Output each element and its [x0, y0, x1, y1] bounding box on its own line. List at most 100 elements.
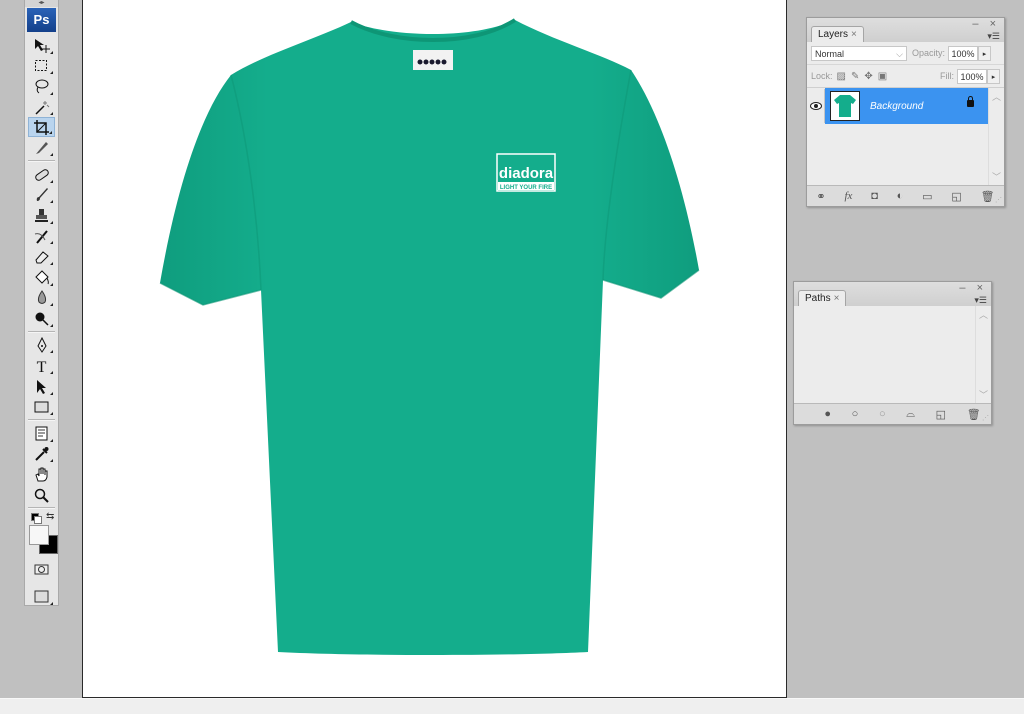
scroll-down-icon[interactable]: ﹀: [992, 170, 1001, 183]
stroke-path-icon[interactable]: ○: [852, 408, 859, 420]
dodge-icon: [35, 312, 49, 326]
paint-bucket-tool[interactable]: [28, 267, 55, 288]
type-tool[interactable]: T: [28, 355, 55, 376]
notes-tool[interactable]: [28, 423, 55, 444]
path-selection-tool[interactable]: [28, 376, 55, 397]
healing-brush-icon: [35, 168, 49, 181]
group-folder-icon[interactable]: ▭: [922, 190, 932, 203]
new-path-icon[interactable]: ◱: [936, 408, 946, 421]
close-icon[interactable]: ×: [851, 29, 857, 40]
lock-transparent-icon[interactable]: ▨: [837, 71, 846, 82]
trash-icon[interactable]: 🗑: [967, 408, 981, 421]
dodge-tool[interactable]: [28, 308, 55, 329]
lasso-tool[interactable]: [28, 76, 55, 97]
clone-stamp-icon: [35, 208, 48, 222]
make-work-path-icon[interactable]: ⌓: [906, 408, 915, 421]
fill-slider-button[interactable]: ▸: [987, 68, 1000, 84]
swap-colors-icon[interactable]: ⇆: [46, 511, 54, 522]
scroll-up-icon[interactable]: ︿: [992, 90, 1001, 103]
healing-brush-tool[interactable]: [28, 164, 55, 185]
layer-mask-icon[interactable]: ◘: [871, 190, 878, 202]
slice-tool[interactable]: [28, 137, 55, 158]
submenu-indicator: [50, 282, 53, 286]
brush-tool[interactable]: [28, 185, 55, 206]
blend-mode-select[interactable]: Normal ⌵: [811, 45, 907, 61]
marquee-tool[interactable]: [28, 56, 55, 77]
document-canvas[interactable]: diadora LIGHT YOUR FIRE: [82, 0, 787, 698]
panel-menu-icon[interactable]: ▾☰: [974, 295, 987, 306]
notes-icon: [35, 426, 48, 441]
lock-all-icon[interactable]: ▣: [878, 71, 887, 82]
submenu-indicator: [49, 131, 52, 135]
trash-icon[interactable]: 🗑: [981, 190, 995, 203]
scroll-up-icon[interactable]: ︿: [979, 308, 988, 321]
submenu-indicator: [50, 179, 53, 183]
quick-mask-button[interactable]: [28, 559, 55, 580]
paths-footer: ● ○ ○ ⌓ ◱ 🗑 ⋰: [794, 403, 991, 424]
fill-path-icon[interactable]: ●: [824, 408, 831, 420]
paint-bucket-icon: [35, 270, 49, 284]
panel-window-controls[interactable]: – ×: [959, 282, 987, 294]
tools-panel: ◂▸ Ps T ⇆: [24, 0, 59, 606]
toolbox-grip[interactable]: ◂▸: [25, 0, 58, 7]
crop-tool[interactable]: [28, 117, 55, 138]
move-tool[interactable]: [28, 35, 55, 56]
opacity-input[interactable]: 100%: [948, 45, 979, 61]
close-icon[interactable]: ×: [834, 293, 840, 304]
submenu-indicator: [50, 370, 53, 374]
link-layers-icon[interactable]: ⚭: [816, 190, 825, 203]
paths-scrollbar[interactable]: ︿ ﹀: [975, 306, 991, 403]
pen-tool[interactable]: [28, 335, 55, 356]
layer-name[interactable]: Background: [870, 101, 923, 112]
lock-icon: [967, 96, 974, 107]
new-layer-icon[interactable]: ◱: [951, 190, 961, 203]
eraser-tool[interactable]: [28, 246, 55, 267]
toolbox-separator: [28, 159, 55, 162]
photoshop-logo[interactable]: Ps: [27, 8, 56, 32]
eraser-icon: [35, 251, 49, 264]
path-selection-icon: [37, 379, 46, 394]
submenu-indicator: [50, 241, 53, 245]
hand-tool[interactable]: [28, 464, 55, 485]
fx-icon[interactable]: fx: [844, 190, 852, 202]
history-brush-tool[interactable]: [28, 226, 55, 247]
chevron-down-icon: ⌵: [896, 48, 903, 59]
opacity-slider-button[interactable]: ▸: [978, 45, 992, 61]
panel-window-controls[interactable]: – ×: [972, 18, 1000, 30]
eyedropper-tool[interactable]: [28, 444, 55, 465]
fill-input[interactable]: 100%: [957, 68, 987, 84]
resize-grip[interactable]: ⋰: [982, 414, 989, 422]
clone-stamp-tool[interactable]: [28, 205, 55, 226]
layer-row-background[interactable]: Background: [807, 88, 988, 124]
tab-layers[interactable]: Layers ×: [811, 26, 864, 43]
submenu-indicator: [50, 438, 53, 442]
crop-icon: [34, 119, 49, 135]
shape-tool[interactable]: [28, 397, 55, 418]
layers-scrollbar[interactable]: ︿ ﹀: [988, 88, 1004, 185]
scroll-down-icon[interactable]: ﹀: [979, 388, 988, 401]
eyedropper-icon: [35, 447, 49, 462]
zoom-tool[interactable]: [28, 485, 55, 506]
blur-tool[interactable]: [28, 288, 55, 309]
submenu-indicator: [50, 71, 53, 75]
visibility-eye-icon[interactable]: [807, 89, 825, 123]
lock-position-icon[interactable]: ✥: [864, 71, 872, 82]
layer-selected[interactable]: Background: [825, 88, 988, 124]
default-colors-icon[interactable]: [31, 513, 42, 525]
lock-image-icon[interactable]: ✎: [851, 71, 859, 82]
adjustment-layer-icon[interactable]: ◐: [897, 190, 904, 202]
screen-mode-button[interactable]: [28, 586, 55, 607]
marquee-icon: [35, 60, 47, 72]
magic-wand-tool[interactable]: [28, 97, 55, 118]
brush-icon: [36, 188, 48, 202]
layer-thumbnail: [830, 91, 860, 121]
load-selection-icon[interactable]: ○: [879, 408, 886, 420]
foreground-color-swatch[interactable]: [29, 525, 49, 546]
move-icon: [35, 38, 50, 53]
resize-grip[interactable]: ⋰: [995, 196, 1002, 204]
history-brush-icon: [34, 229, 48, 244]
submenu-indicator: [50, 350, 53, 354]
submenu-indicator: [50, 459, 53, 463]
panel-menu-icon[interactable]: ▾☰: [987, 31, 1000, 42]
tab-paths[interactable]: Paths ×: [798, 290, 847, 307]
